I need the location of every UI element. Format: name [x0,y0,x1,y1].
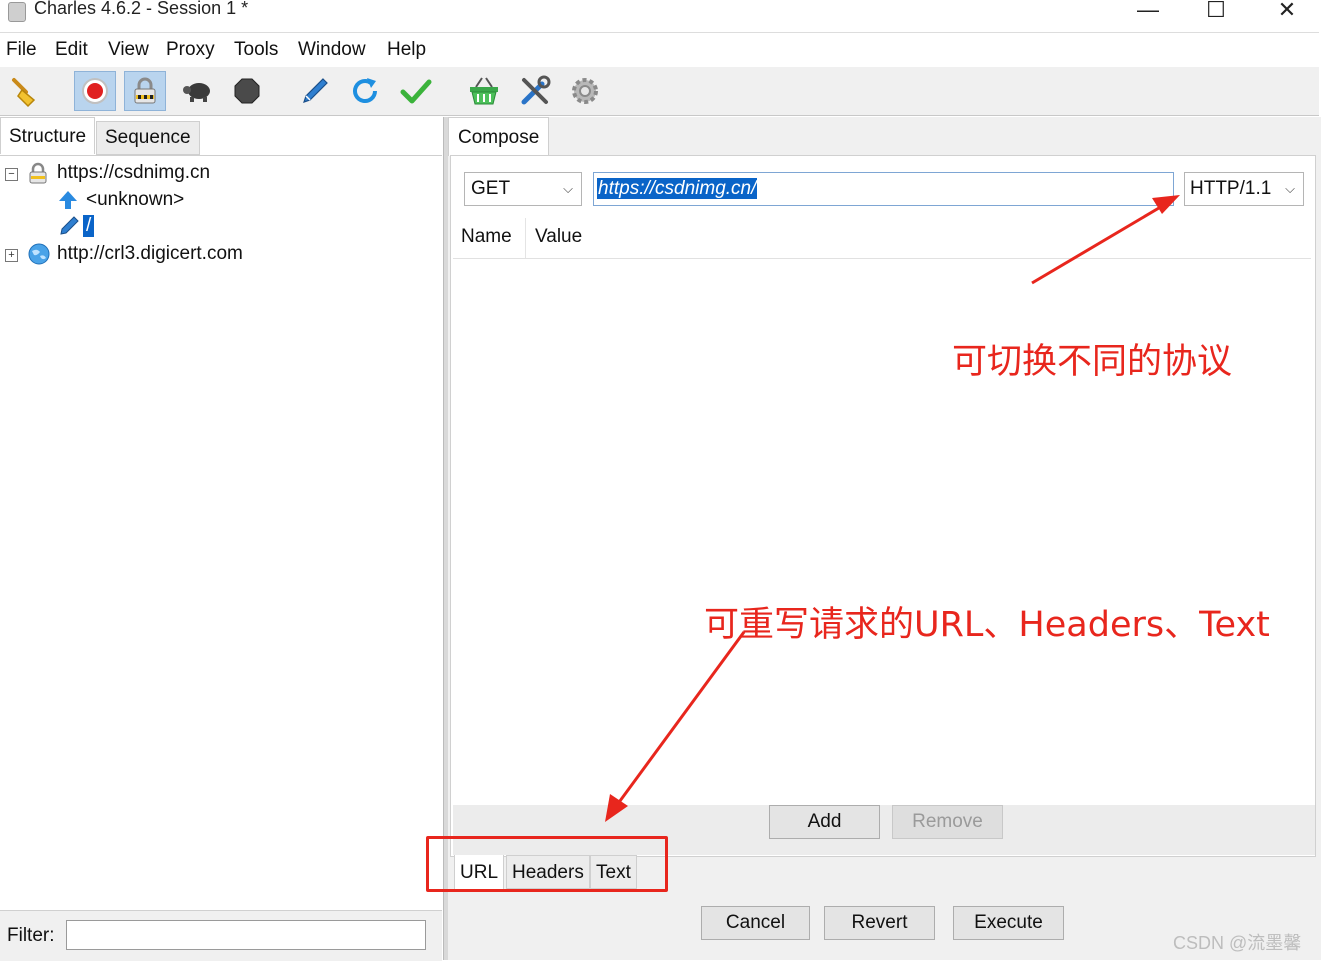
annotation-arrows [605,195,1180,822]
annotation-rewrite-note: 可重写请求的URL、Headers、Text [704,605,1270,645]
watermark: CSDN @流墨馨 [1173,933,1302,953]
annotation-highlight-box [426,836,668,892]
annotation-protocol-note: 可切换不同的协议 [952,342,1233,382]
